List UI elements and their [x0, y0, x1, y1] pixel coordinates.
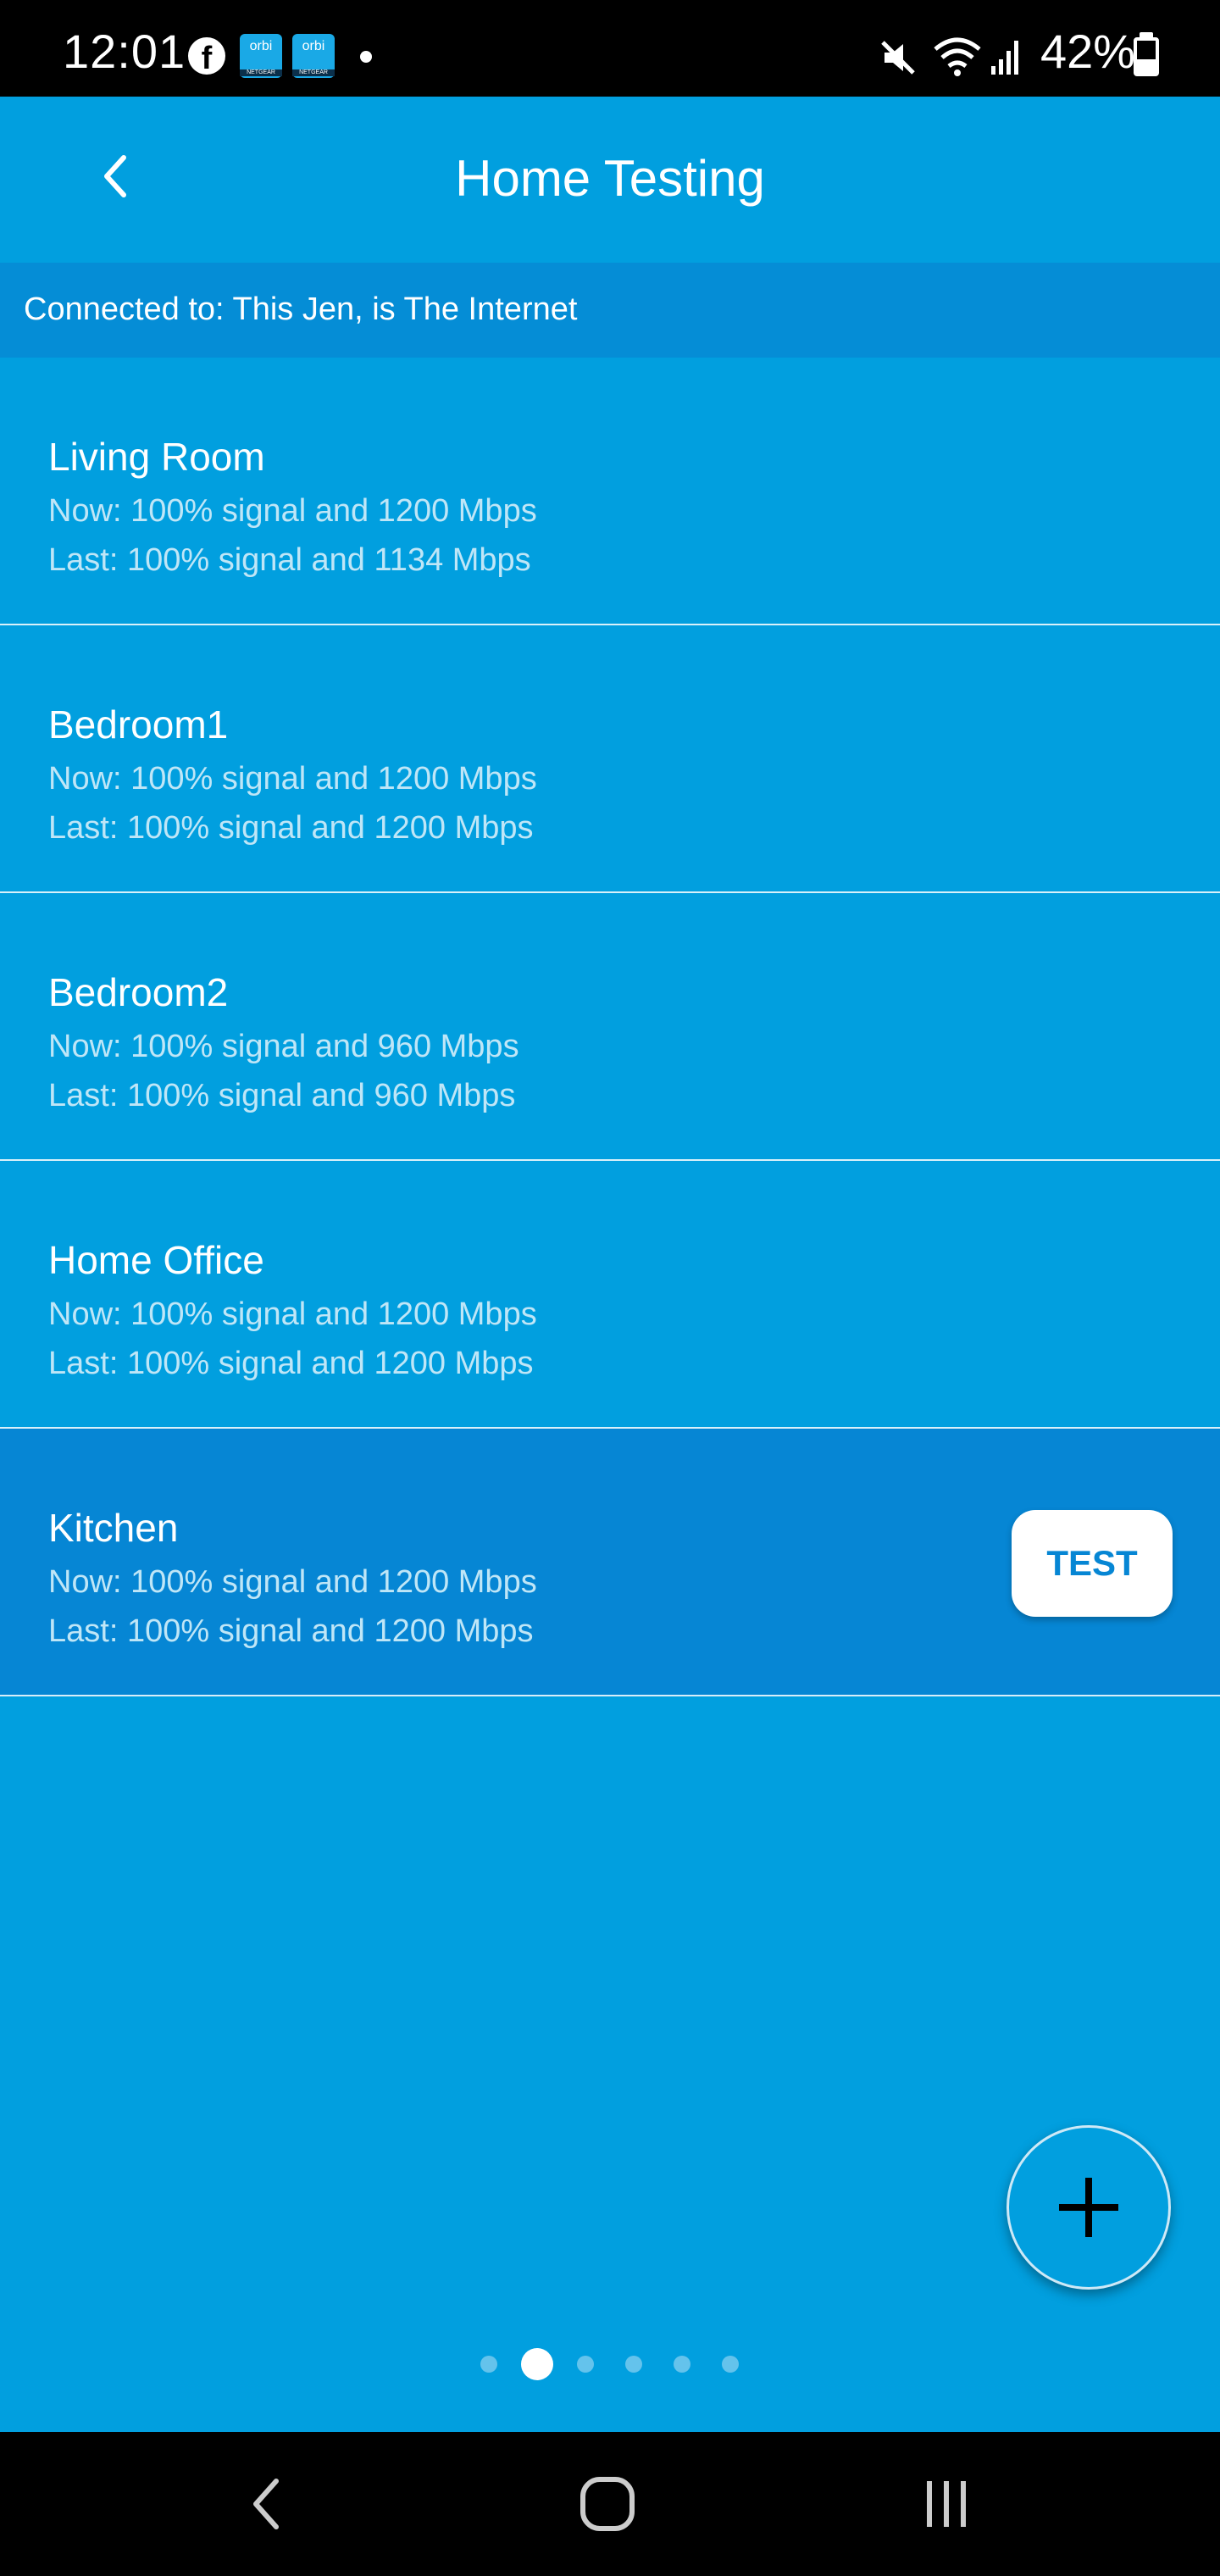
mute-icon	[881, 41, 915, 75]
page-dot[interactable]	[577, 2356, 594, 2373]
room-last-signal: Last: 100% signal and 1200 Mbps	[48, 810, 534, 846]
page-dot[interactable]	[625, 2356, 642, 2373]
orbi-app-icon: orbi NETGEAR	[292, 34, 335, 78]
nav-recents-icon[interactable]	[922, 2476, 973, 2532]
notification-dot-icon	[360, 51, 372, 63]
room-item-kitchen[interactable]: Kitchen Now: 100% signal and 1200 Mbps L…	[0, 1429, 1220, 1696]
status-bar: 12:01 f orbi NETGEAR orbi NETGEAR 42%	[0, 0, 1220, 97]
room-last-signal: Last: 100% signal and 1200 Mbps	[48, 1346, 534, 1381]
room-last-signal: Last: 100% signal and 1134 Mbps	[48, 542, 531, 578]
orbi-app-icon: orbi NETGEAR	[240, 34, 282, 78]
room-name: Bedroom1	[48, 702, 229, 747]
battery-icon	[1134, 37, 1159, 76]
page-dot[interactable]	[722, 2356, 739, 2373]
page-indicator	[0, 2347, 1220, 2381]
page-dot[interactable]	[480, 2356, 497, 2373]
system-nav-bar	[0, 2432, 1220, 2576]
room-item-home-office[interactable]: Home Office Now: 100% signal and 1200 Mb…	[0, 1161, 1220, 1429]
status-time: 12:01	[63, 25, 186, 78]
connection-banner: Connected to: This Jen, is The Internet	[0, 263, 1220, 358]
cellular-signal-icon	[991, 41, 1018, 75]
battery-percent: 42%	[1040, 25, 1136, 78]
app-bar: Home Testing	[0, 97, 1220, 263]
page-dot[interactable]	[674, 2356, 690, 2373]
wifi-icon	[934, 37, 981, 76]
room-name: Bedroom2	[48, 970, 229, 1014]
room-current-signal: Now: 100% signal and 1200 Mbps	[48, 1296, 537, 1332]
page-dot-active[interactable]	[521, 2348, 553, 2380]
connection-status-text: Connected to: This Jen, is The Internet	[24, 291, 578, 327]
test-button[interactable]: TEST	[1012, 1510, 1173, 1617]
room-item-bedroom1[interactable]: Bedroom1 Now: 100% signal and 1200 Mbps …	[0, 625, 1220, 893]
room-list: Living Room Now: 100% signal and 1200 Mb…	[0, 358, 1220, 1696]
room-current-signal: Now: 100% signal and 1200 Mbps	[48, 493, 537, 529]
nav-back-icon[interactable]	[246, 2474, 288, 2534]
battery-fill	[1137, 59, 1156, 73]
room-current-signal: Now: 100% signal and 1200 Mbps	[48, 761, 537, 797]
plus-icon	[1059, 2178, 1118, 2237]
room-name: Kitchen	[48, 1506, 179, 1550]
room-item-bedroom2[interactable]: Bedroom2 Now: 100% signal and 960 Mbps L…	[0, 893, 1220, 1161]
room-last-signal: Last: 100% signal and 1200 Mbps	[48, 1613, 534, 1649]
room-current-signal: Now: 100% signal and 960 Mbps	[48, 1029, 519, 1064]
page-title: Home Testing	[455, 150, 765, 207]
room-current-signal: Now: 100% signal and 1200 Mbps	[48, 1564, 537, 1600]
room-last-signal: Last: 100% signal and 960 Mbps	[48, 1078, 516, 1113]
room-item-living-room[interactable]: Living Room Now: 100% signal and 1200 Mb…	[0, 358, 1220, 625]
room-name: Living Room	[48, 435, 265, 479]
room-name: Home Office	[48, 1238, 264, 1282]
nav-home-icon[interactable]	[578, 2474, 637, 2534]
facebook-icon: f	[188, 37, 225, 76]
add-room-button[interactable]	[1006, 2125, 1171, 2290]
